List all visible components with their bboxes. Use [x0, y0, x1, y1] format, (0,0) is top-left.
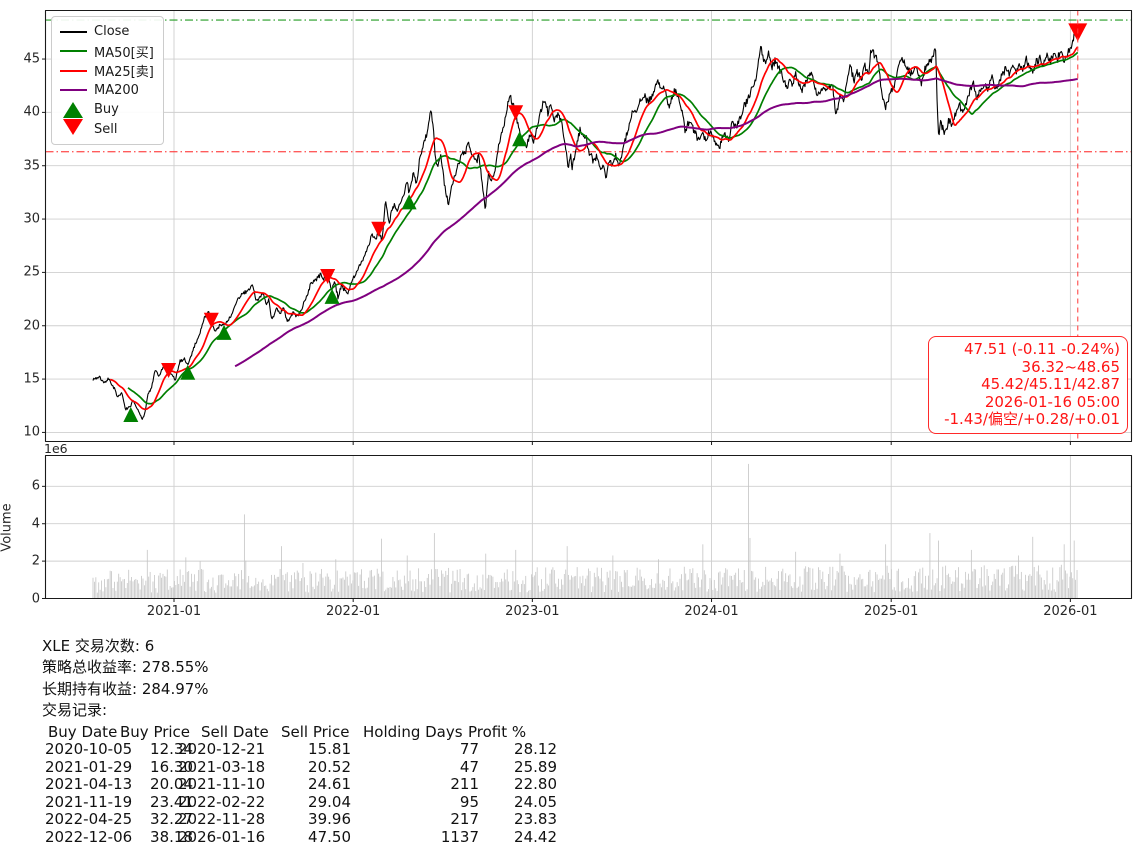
trades-header-cell: Sell Price [281, 722, 350, 741]
price-ytick-35: 35 [23, 158, 40, 174]
annotation-line-3: 45.42/45.11/42.87 [981, 375, 1120, 394]
trades-table: Buy Date Buy Price Sell Date Sell Price Hold… [42, 723, 562, 846]
summary-line-4: 交易记录: [42, 701, 108, 720]
trades-cell: 2022-04-25 [45, 810, 133, 829]
trades-cell: 211 [450, 775, 479, 794]
trades-row-3: 2021-04-13 20.04 2021-11-10 24.61 211 22.80 [42, 775, 562, 793]
price-ytick-30: 30 [23, 211, 40, 227]
trades-cell: 47.50 [308, 827, 351, 846]
volume-axis-title: Volume [0, 503, 15, 552]
price-ytick-15: 15 [23, 371, 40, 387]
trades-cell: 28.12 [514, 740, 557, 759]
summary-line-3: 长期持有收益: 284.97% [42, 679, 209, 698]
price-volume-chart-canvas [0, 0, 1139, 632]
trades-cell: 24.05 [514, 792, 557, 811]
trades-row-5: 2022-04-25 32.27 2022-11-28 39.96 217 23.83 [42, 810, 562, 828]
trades-cell: 29.04 [308, 792, 351, 811]
legend-item-ma50-: MA50[买] [59, 42, 154, 62]
legend-item-close: Close [59, 22, 154, 42]
chart-legend: Close MA50[买] MA25[卖] MA200 Buy Sell [51, 16, 164, 145]
strategy-summary: XLE 交易次数: 6 策略总收益率: 278.55% 长期持有收益: 284.97… [42, 636, 602, 846]
trades-cell: 24.61 [308, 775, 351, 794]
price-ytick-10: 10 [23, 424, 40, 440]
x-axis-tick-2025-01: 2025-01 [864, 604, 919, 619]
price-ytick-20: 20 [23, 318, 40, 334]
legend-line-swatch [59, 89, 87, 92]
trades-cell: 2021-04-13 [45, 775, 133, 794]
trades-cell: 2021-11-10 [178, 775, 266, 794]
trades-cell: 47 [459, 757, 479, 776]
trades-cell: 20.52 [308, 757, 351, 776]
x-axis-tick-2021-01: 2021-01 [146, 604, 202, 619]
legend-line-swatch [59, 69, 87, 72]
legend-line-swatch [59, 50, 87, 53]
trades-cell: 2021-03-18 [178, 757, 266, 776]
trades-header-row: Buy Date Buy Price Sell Date Sell Price Hold… [42, 723, 562, 741]
trades-cell: 2021-11-19 [45, 792, 133, 811]
legend-label: Buy [94, 102, 119, 118]
trades-cell: 22.80 [514, 775, 557, 794]
legend-label: MA200 [94, 82, 139, 98]
trades-cell: 95 [459, 792, 479, 811]
volume-ytick-0: 0 [31, 591, 40, 606]
annotation-line-4: 2026-01-16 05:00 [984, 392, 1120, 411]
price-ytick-40: 40 [23, 104, 40, 120]
trades-cell: 25.89 [514, 757, 557, 776]
price-ytick-45: 45 [23, 51, 40, 67]
legend-label: Close [94, 24, 130, 40]
trades-row-6: 2022-12-06 38.18 2026-01-16 47.50 1137 24.42 [42, 828, 562, 846]
summary-lines: XLE 交易次数: 6 策略总收益率: 278.55% 长期持有收益: 284.97… [42, 636, 602, 722]
price-ytick-25: 25 [23, 264, 40, 280]
volume-scale-offset-label: 1e6 [44, 441, 68, 456]
legend-item-ma200: MA200 [59, 81, 154, 101]
legend-label: MA50[买] [94, 45, 154, 61]
summary-line-1: XLE 交易次数: 6 [42, 637, 155, 655]
legend-label: MA25[卖] [94, 65, 154, 81]
x-axis-tick-2024-01: 2024-01 [684, 604, 739, 619]
quote-annotation-box: 47.51 (-0.11 -0.24%) 36.32~48.65 45.42/45.… [928, 336, 1128, 434]
annotation-line-2: 36.32~48.65 [1021, 357, 1120, 376]
legend-item-buy: Buy [59, 100, 154, 120]
trades-row-1: 2020-10-05 12.34 2020-12-21 15.81 77 28.12 [42, 740, 562, 758]
trades-cell: 24.42 [514, 827, 557, 846]
trades-header-cell: Holding Days [363, 722, 463, 741]
trades-cell: 1137 [440, 827, 479, 846]
trades-cell: 2020-10-05 [45, 740, 133, 759]
trades-header-cell: Sell Date [201, 722, 269, 741]
trades-cell: 23.83 [514, 810, 557, 829]
trades-cell: 2021-01-29 [45, 757, 133, 776]
trades-cell: 15.81 [308, 740, 351, 759]
annotation-line-1: 47.51 (-0.11 -0.24%) [963, 340, 1120, 358]
x-axis-tick-2022-01: 2022-01 [326, 604, 381, 619]
trades-cell: 2026-01-16 [178, 827, 266, 846]
legend-label: Sell [94, 121, 118, 137]
trades-header-cell: Profit % [468, 722, 527, 741]
backtest-report-page: Close MA50[买] MA25[卖] MA200 Buy Sell 47.51 (-… [0, 0, 1139, 849]
x-axis-tick-2026-01: 2026-01 [1043, 604, 1098, 619]
trades-cell: 77 [459, 740, 479, 759]
annotation-line-5: -1.43/偏空/+0.28/+0.01 [944, 410, 1120, 429]
trades-cell: 2022-11-28 [178, 810, 266, 829]
legend-line-swatch [59, 30, 87, 33]
trades-row-2: 2021-01-29 16.30 2021-03-18 20.52 47 25.89 [42, 758, 562, 776]
trades-cell: 217 [450, 810, 479, 829]
trades-header-cell: Buy Date [48, 722, 118, 741]
summary-line-2: 策略总收益率: 278.55% [42, 658, 209, 677]
sell-triangle-icon [59, 119, 87, 136]
legend-item-sell: Sell [59, 119, 154, 140]
trades-row-4: 2021-11-19 23.41 2022-02-22 29.04 95 24.05 [42, 793, 562, 811]
x-axis-tick-2023-01: 2023-01 [505, 604, 560, 619]
trades-cell: 39.96 [308, 810, 351, 829]
legend-item-ma25-: MA25[卖] [59, 61, 154, 81]
trades-cell: 2020-12-21 [178, 740, 266, 759]
trades-header-cell: Buy Price [120, 722, 191, 741]
buy-triangle-icon [59, 101, 87, 118]
trades-cell: 2022-02-22 [178, 792, 266, 811]
trades-cell: 2022-12-06 [45, 827, 133, 846]
